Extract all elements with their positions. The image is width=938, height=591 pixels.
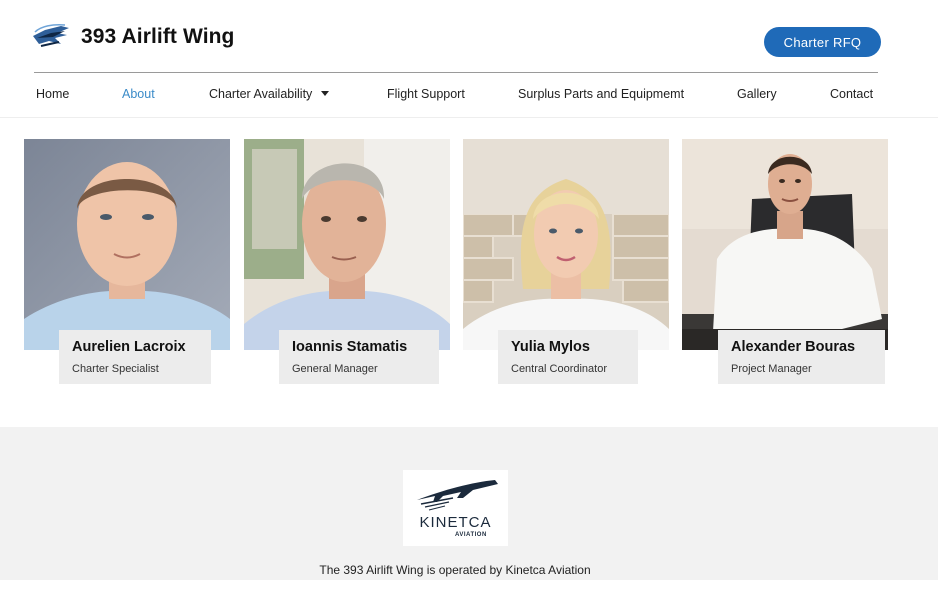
- site-title[interactable]: 393 Airlift Wing: [81, 25, 234, 49]
- nav-item-home[interactable]: Home: [36, 87, 69, 101]
- nav-item-flight-support[interactable]: Flight Support: [387, 87, 465, 101]
- charter-rfq-button[interactable]: Charter RFQ: [764, 27, 881, 57]
- team-member-name: Alexander Bouras: [731, 339, 856, 355]
- kinetca-logo-subtext: AVIATION: [455, 532, 487, 538]
- airlift-wing-logo-icon[interactable]: [31, 22, 71, 56]
- team-member-name: Yulia Mylos: [511, 339, 590, 355]
- nav-item-contact[interactable]: Contact: [830, 87, 873, 101]
- kinetca-logo[interactable]: KINETCA AVIATION: [403, 470, 508, 546]
- airplane-icon: [417, 480, 498, 511]
- team-member-role: General Manager: [292, 363, 378, 375]
- team-photo-ioannis: [244, 139, 450, 350]
- nav-item-about[interactable]: About: [122, 87, 155, 101]
- main-nav: Home About Charter Availability Flight S…: [0, 73, 938, 118]
- team-photo-alexander: [682, 139, 888, 350]
- nav-item-charter-availability[interactable]: Charter Availability: [209, 87, 330, 101]
- site-header: 393 Airlift Wing Charter RFQ: [0, 0, 938, 72]
- team-photo-yulia: [463, 139, 669, 350]
- team-card-yulia: Yulia Mylos Central Coordinator: [498, 330, 638, 384]
- team-member-role: Central Coordinator: [511, 363, 607, 375]
- team-card-alexander: Alexander Bouras Project Manager: [718, 330, 885, 384]
- team-member-role: Project Manager: [731, 363, 812, 375]
- team-member-name: Ioannis Stamatis: [292, 339, 408, 355]
- kinetca-logo-text: KINETCA: [419, 514, 492, 531]
- nav-item-surplus-parts[interactable]: Surplus Parts and Equipmemt: [518, 87, 684, 101]
- team-card-ioannis: Ioannis Stamatis General Manager: [279, 330, 439, 384]
- team-member-role: Charter Specialist: [72, 363, 159, 375]
- team-member-name: Aurelien Lacroix: [72, 339, 186, 355]
- team-photo-aurelien: [24, 139, 230, 350]
- nav-item-gallery[interactable]: Gallery: [737, 87, 777, 101]
- team-card-aurelien: Aurelien Lacroix Charter Specialist: [59, 330, 211, 384]
- footer-operator-note: The 393 Airlift Wing is operated by Kine…: [319, 563, 591, 577]
- nav-item-label: Charter Availability: [209, 87, 313, 101]
- chevron-down-icon: [321, 91, 330, 97]
